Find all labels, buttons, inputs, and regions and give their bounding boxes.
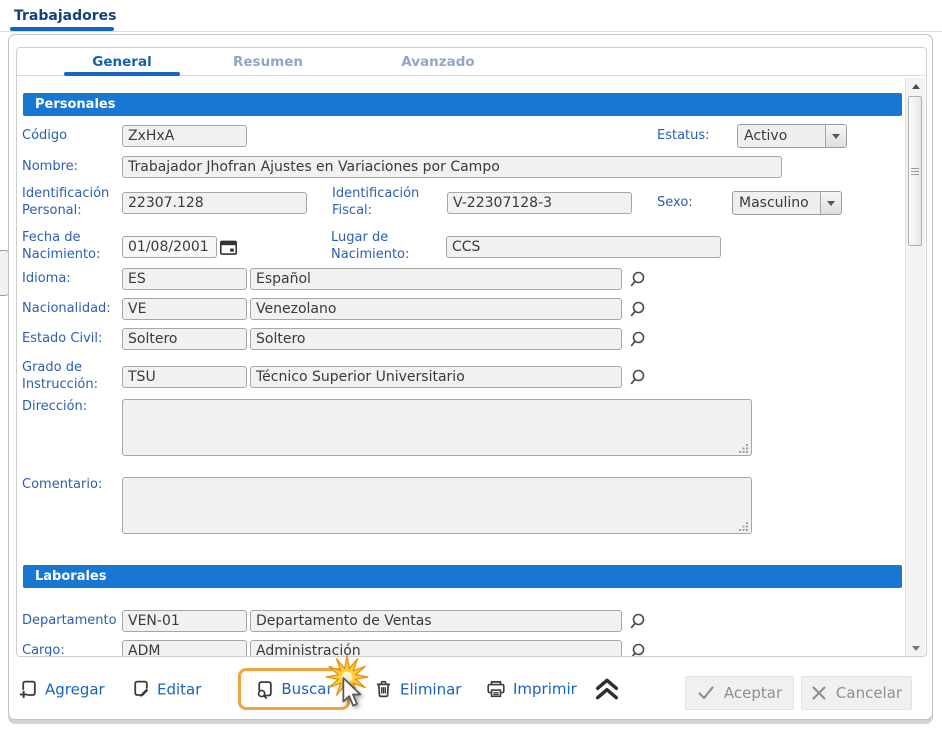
double-chevron-up-icon xyxy=(592,677,622,701)
nombre-label: Nombre: xyxy=(22,159,122,176)
imprimir-button[interactable]: Imprimir xyxy=(486,679,577,699)
calendar-icon[interactable] xyxy=(219,238,238,257)
cancelar-button[interactable]: Cancelar xyxy=(801,676,912,710)
resize-grip-icon[interactable] xyxy=(739,443,749,453)
estatus-dropdown-button[interactable] xyxy=(825,125,846,147)
estatus-dropdown[interactable]: Activo xyxy=(737,124,847,148)
cargo-desc-field[interactable]: Administración xyxy=(250,640,622,657)
fecha-nacimiento-field[interactable]: 01/08/2001 xyxy=(122,236,217,258)
estado-civil-desc-field[interactable]: Soltero xyxy=(250,328,622,350)
edit-document-icon xyxy=(131,680,150,699)
grado-instruccion-search-icon[interactable] xyxy=(628,368,646,386)
tab-strip-divider xyxy=(0,31,942,32)
idioma-code-field[interactable]: ES xyxy=(122,268,247,290)
agregar-button[interactable]: Agregar xyxy=(19,680,105,699)
form-scroll-area: Personales Código ZxHxA Estatus: Activo … xyxy=(17,77,906,657)
detail-tab-strip: General Resumen Avanzado xyxy=(17,48,926,76)
nacionalidad-search-icon[interactable] xyxy=(628,300,646,318)
estatus-value: Activo xyxy=(738,125,825,147)
arrow-down-icon xyxy=(912,646,920,651)
departamento-code-field[interactable]: VEN-01 xyxy=(122,610,247,632)
identificacion-fiscal-label: Identificación Fiscal: xyxy=(332,186,442,220)
chevron-down-icon xyxy=(827,201,835,206)
comentario-textarea[interactable] xyxy=(122,477,752,534)
estado-civil-label: Estado Civil: xyxy=(22,331,122,348)
sexo-dropdown-button[interactable] xyxy=(820,192,841,214)
scrollbar-thumb[interactable] xyxy=(908,96,922,246)
codigo-field[interactable]: ZxHxA xyxy=(122,125,247,147)
trabajadores-panel: General Resumen Avanzado Personales Códi… xyxy=(8,34,933,720)
direccion-label: Dirección: xyxy=(22,399,122,416)
estatus-label: Estatus: xyxy=(657,128,732,145)
trash-icon xyxy=(374,680,393,699)
lugar-nacimiento-label: Lugar de Nacimiento: xyxy=(331,230,441,264)
section-header-personales: Personales xyxy=(23,93,902,116)
buscar-button[interactable]: Buscar xyxy=(238,668,350,710)
section-header-laborales: Laborales xyxy=(23,565,902,588)
identificacion-personal-label: Identificación Personal: xyxy=(22,186,122,220)
printer-icon xyxy=(486,679,506,699)
chevron-down-icon xyxy=(832,134,840,139)
nacionalidad-label: Nacionalidad: xyxy=(22,301,122,318)
app-tab-trabajadores[interactable]: Trabajadores xyxy=(14,8,116,24)
identificacion-personal-field[interactable]: 22307.128 xyxy=(122,192,307,214)
scroll-up-button[interactable] xyxy=(906,78,925,94)
idioma-label: Idioma: xyxy=(22,271,122,288)
vertical-scrollbar[interactable] xyxy=(905,78,925,656)
tab-avanzado[interactable]: Avanzado xyxy=(380,48,496,76)
sexo-label: Sexo: xyxy=(657,195,727,212)
detail-panel: General Resumen Avanzado Personales Códi… xyxy=(16,47,927,657)
cargo-label: Cargo: xyxy=(22,643,122,657)
grado-instruccion-code-field[interactable]: TSU xyxy=(122,366,247,388)
codigo-label: Código xyxy=(22,128,122,145)
x-icon xyxy=(811,685,827,701)
estado-civil-search-icon[interactable] xyxy=(628,330,646,348)
nacionalidad-desc-field[interactable]: Venezolano xyxy=(250,298,622,320)
check-icon xyxy=(697,685,715,701)
grado-instruccion-label: Grado de Instrucción: xyxy=(22,360,122,394)
grado-instruccion-desc-field[interactable]: Técnico Superior Universitario xyxy=(250,366,622,388)
search-document-icon xyxy=(255,680,274,699)
identificacion-fiscal-field[interactable]: V-22307128-3 xyxy=(447,192,632,214)
nombre-field[interactable]: Trabajador Jhofran Ajustes en Variacione… xyxy=(122,156,782,178)
departamento-label: Departamento xyxy=(22,613,122,630)
thumb-grip-icon xyxy=(911,168,919,169)
editar-button[interactable]: Editar xyxy=(131,680,201,699)
idioma-desc-field[interactable]: Español xyxy=(250,268,622,290)
sexo-value: Masculino xyxy=(733,192,820,214)
arrow-up-icon xyxy=(912,84,920,89)
cargo-code-field[interactable]: ADM xyxy=(122,640,247,657)
resize-grip-icon[interactable] xyxy=(739,521,749,531)
lugar-nacimiento-field[interactable]: CCS xyxy=(446,236,721,258)
fecha-nacimiento-label: Fecha de Nacimiento: xyxy=(22,230,122,264)
tab-resumen[interactable]: Resumen xyxy=(210,48,326,76)
idioma-search-icon[interactable] xyxy=(628,270,646,288)
eliminar-button[interactable]: Eliminar xyxy=(374,680,461,699)
estado-civil-code-field[interactable]: Soltero xyxy=(122,328,247,350)
aceptar-button[interactable]: Aceptar xyxy=(685,676,794,710)
add-document-icon xyxy=(19,680,38,699)
tab-general[interactable]: General xyxy=(64,48,180,76)
collapse-toolbar-button[interactable] xyxy=(592,677,622,701)
cargo-search-icon[interactable] xyxy=(628,642,646,657)
departamento-search-icon[interactable] xyxy=(628,612,646,630)
app-window: Trabajadores General Resumen Avanzado Pe… xyxy=(0,0,942,730)
sexo-dropdown[interactable]: Masculino xyxy=(732,191,842,215)
bottom-toolbar: Agregar Editar Buscar Eliminar Imprimir xyxy=(19,661,922,717)
scroll-down-button[interactable] xyxy=(906,640,925,656)
departamento-desc-field[interactable]: Departamento de Ventas xyxy=(250,610,622,632)
nacionalidad-code-field[interactable]: VE xyxy=(122,298,247,320)
comentario-label: Comentario: xyxy=(22,477,122,494)
direccion-textarea[interactable] xyxy=(122,399,752,456)
